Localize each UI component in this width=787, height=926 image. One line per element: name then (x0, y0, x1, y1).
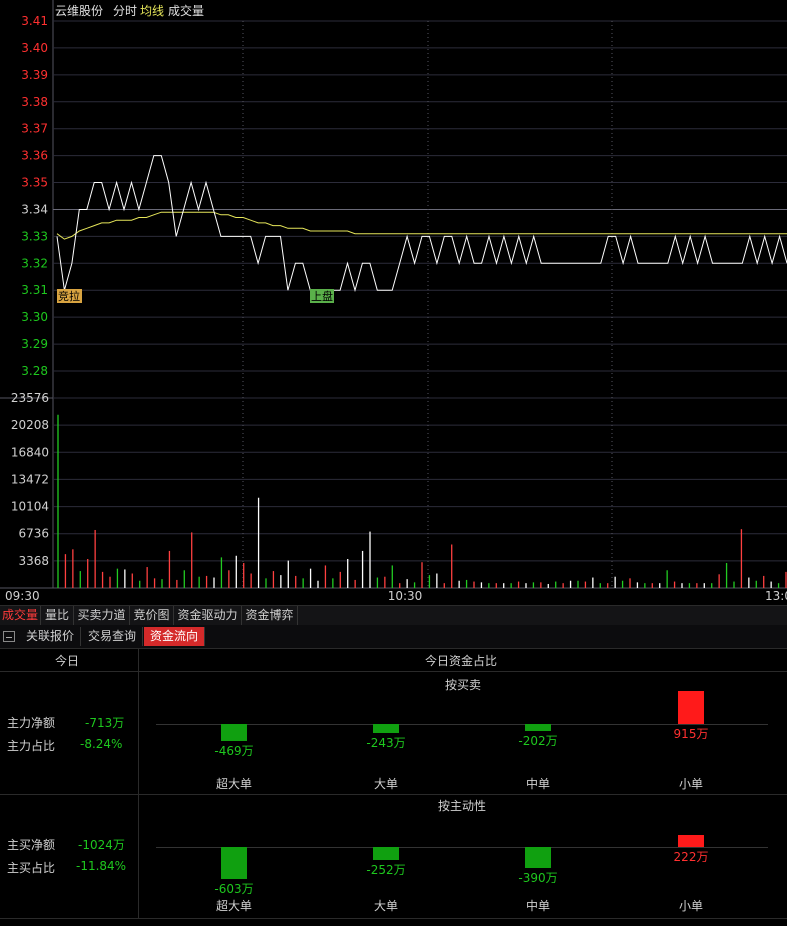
price-tick-label: 3.31 (21, 283, 48, 297)
subtab-fund-flow[interactable]: 资金流向 (144, 627, 205, 646)
fund-bar (678, 835, 704, 847)
price-tick-label: 3.35 (21, 176, 48, 190)
fund-category-label: 超大单 (215, 899, 252, 913)
open-tag: 上盘 (311, 289, 333, 303)
price-tick-label: 3.37 (21, 122, 48, 136)
collapse-icon[interactable] (3, 631, 15, 642)
section-buy-sell-title: 按买卖 (445, 678, 482, 692)
volume-tick-label: 6736 (18, 527, 49, 541)
fund-category-label: 小单 (678, 777, 703, 791)
fund-bar (525, 847, 551, 868)
price-tick-label: 3.30 (21, 310, 48, 324)
price-tick-label: 3.40 (21, 41, 48, 55)
price-tick-label: 3.38 (21, 95, 48, 109)
volume-tick-label: 10104 (11, 500, 49, 514)
avg-line-label[interactable]: 均线 (140, 2, 164, 19)
volume-tick-label: 23576 (11, 391, 49, 405)
subtab-related-quote[interactable]: 关联报价 (20, 627, 81, 646)
timeshare-chart[interactable]: 3.41 3.40 3.39 3.38 3.37 3.36 3.35 3.34 3.33 3.32… (0, 0, 787, 605)
time-label: 10:30 (388, 589, 423, 603)
price-tick-label: 3.39 (21, 68, 48, 82)
tab-fund-game[interactable]: 资金博弈 (242, 606, 298, 625)
fund-bar-value: -243万 (366, 735, 406, 750)
fund-category-label: 中单 (525, 899, 550, 913)
fund-bar (221, 724, 247, 742)
volume-tick-label: 16840 (11, 445, 49, 459)
tab-buy-sell-force[interactable]: 买卖力道 (74, 606, 130, 625)
fund-bar (373, 847, 399, 861)
fund-category-label: 大单 (373, 899, 398, 913)
share-title: 今日资金占比 (425, 654, 498, 668)
price-tick-label: 3.29 (21, 337, 48, 351)
active-ratio-value: -11.84% (76, 859, 127, 873)
active-net-label: 主买净额 (7, 838, 56, 852)
active-ratio-label: 主买占比 (7, 861, 56, 875)
price-tick-label: 3.32 (21, 256, 48, 270)
fund-bar-value: -252万 (366, 863, 406, 878)
volume-tick-label: 3368 (18, 554, 49, 568)
price-tick-label: 3.36 (21, 149, 48, 163)
tab-volume[interactable]: 成交量 (0, 606, 41, 625)
sub-tab-bar: 关联报价 交易查询 资金流向 (0, 625, 787, 649)
tab-volume-ratio[interactable]: 量比 (41, 606, 74, 625)
fund-bar-value: -469万 (214, 744, 254, 759)
stock-name: 云维股份 (55, 4, 104, 18)
price-tick-label: 3.33 (21, 229, 48, 243)
fund-bar (221, 847, 247, 880)
fund-category-label: 超大单 (215, 777, 252, 791)
fund-bar-value: -390万 (518, 870, 558, 885)
main-ratio-label: 主力占比 (7, 739, 56, 753)
tab-fund-drive[interactable]: 资金驱动力 (174, 606, 242, 625)
indicator-tab-bar: 成交量 量比 买卖力道 竞价图 资金驱动力 资金博弈 (0, 605, 787, 626)
fund-bar (525, 724, 551, 732)
active-net-value: -1024万 (78, 838, 125, 852)
mode-label[interactable]: 分时 (113, 2, 137, 19)
volume-tick-label: 13472 (11, 472, 49, 486)
main-ratio-value: -8.24% (80, 737, 123, 751)
fund-category-label: 中单 (525, 777, 550, 791)
fund-bar-value: -202万 (518, 734, 558, 749)
main-net-value: -713万 (85, 716, 125, 730)
fund-bar-value: 915万 (673, 727, 709, 741)
fund-bar-value: 222万 (673, 850, 709, 864)
auction-tag: 竞拉 (58, 289, 80, 303)
price-tick-label: 3.41 (21, 14, 48, 28)
price-tick-label: 3.34 (21, 202, 48, 216)
subtab-trade-query[interactable]: 交易查询 (82, 627, 143, 646)
fund-category-label: 大单 (373, 777, 398, 791)
fund-category-label: 小单 (678, 899, 703, 913)
fund-bar-value: -603万 (214, 882, 254, 897)
volume-label[interactable]: 成交量 (168, 2, 204, 19)
fund-bar (678, 690, 704, 724)
volume-tick-label: 20208 (11, 418, 49, 432)
main-net-label: 主力净额 (7, 716, 56, 730)
time-label: 13:00 (765, 589, 787, 603)
avg-price-line (56, 211, 787, 240)
time-label: 09:30 (5, 589, 40, 603)
price-tick-label: 3.28 (21, 364, 48, 378)
tab-auction-chart[interactable]: 竞价图 (130, 606, 174, 625)
section-active-title: 按主动性 (438, 799, 487, 813)
today-label: 今日 (55, 654, 80, 668)
price-line (56, 155, 787, 293)
fund-bar (373, 724, 399, 733)
